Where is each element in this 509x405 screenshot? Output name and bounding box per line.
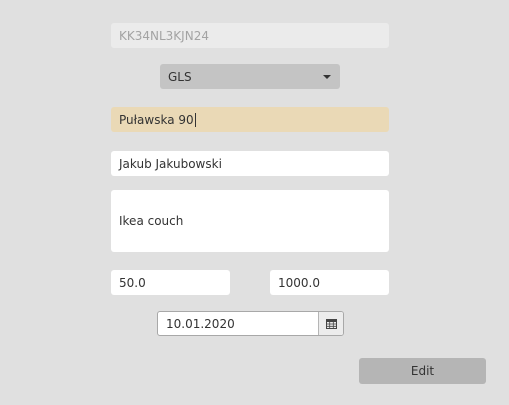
calendar-button[interactable] [318,312,343,335]
tracking-number-text: KK34NL3KJN24 [119,28,209,43]
value-field[interactable]: 1000.0 [270,270,389,295]
edit-button-label: Edit [410,364,435,378]
edit-button[interactable]: Edit [359,358,486,384]
carrier-select[interactable]: GLS [160,64,340,89]
date-picker[interactable]: 10.01.2020 [157,311,344,336]
weight-field[interactable]: 50.0 [111,270,230,295]
recipient-field[interactable]: Jakub Jakubowski [111,151,389,176]
address-text: Puławska 90 [119,112,194,127]
recipient-text: Jakub Jakubowski [119,156,222,171]
value-text: 1000.0 [278,275,320,290]
description-text: Ikea couch [119,214,184,228]
calendar-icon [325,318,337,329]
tracking-number-field[interactable]: KK34NL3KJN24 [111,23,389,48]
date-text: 10.01.2020 [166,316,235,331]
chevron-down-icon [323,74,331,79]
description-textarea[interactable]: Ikea couch [111,190,389,252]
date-input[interactable]: 10.01.2020 [158,312,318,335]
weight-text: 50.0 [119,275,146,290]
carrier-selected-value: GLS [168,69,192,84]
address-field[interactable]: Puławska 90 [111,107,389,132]
text-cursor [194,112,196,127]
